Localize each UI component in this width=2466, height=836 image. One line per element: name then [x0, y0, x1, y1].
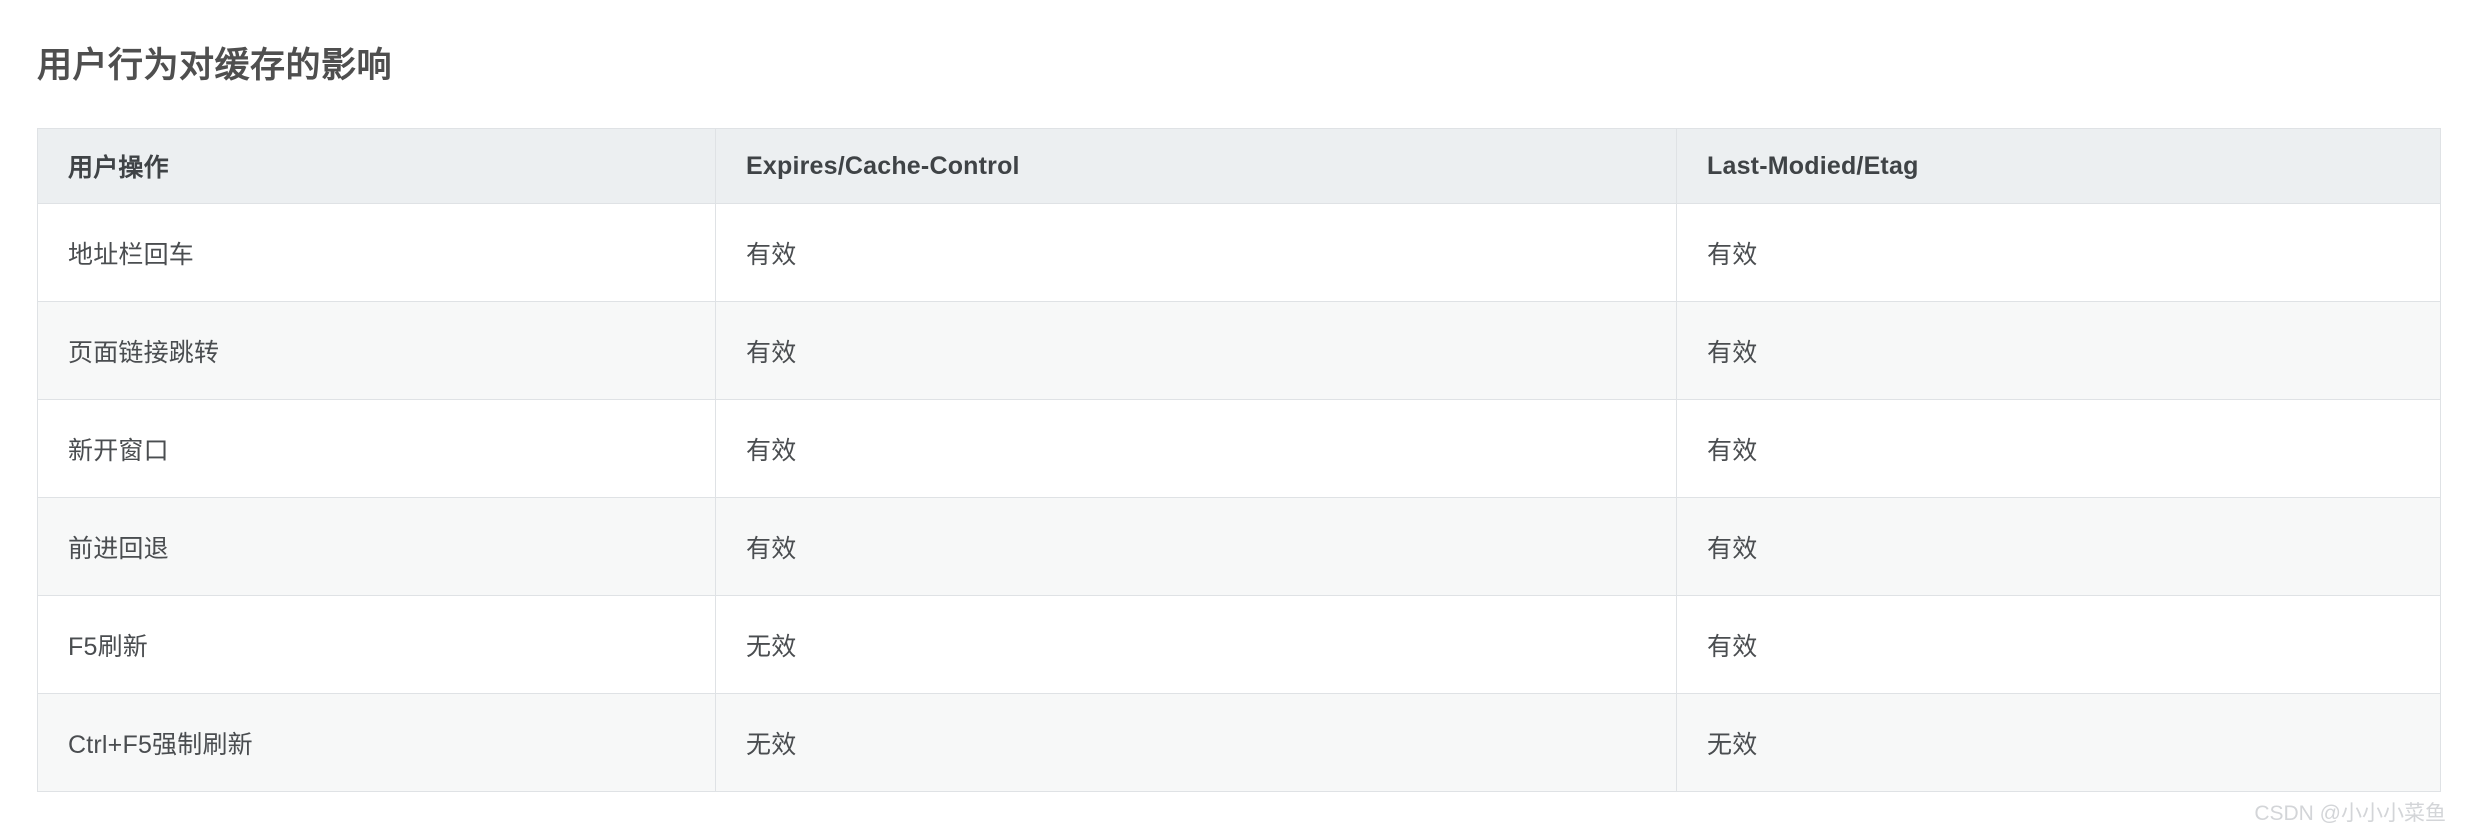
cell-action: Ctrl+F5强制刷新: [37, 693, 716, 792]
table-row: 页面链接跳转 有效 有效: [37, 301, 2441, 400]
table-row: 新开窗口 有效 有效: [37, 399, 2441, 498]
table-row: 地址栏回车 有效 有效: [37, 203, 2441, 302]
cell-expires: 无效: [715, 595, 1677, 694]
table-row: F5刷新 无效 有效: [37, 595, 2441, 694]
cell-action: 前进回退: [37, 497, 716, 596]
column-header-expires: Expires/Cache-Control: [715, 128, 1677, 204]
page-title: 用户行为对缓存的影响: [37, 46, 393, 86]
cell-lastmod: 有效: [1676, 203, 2441, 302]
cell-lastmod: 有效: [1676, 497, 2441, 596]
column-header-action: 用户操作: [37, 128, 716, 204]
cell-expires: 有效: [715, 399, 1677, 498]
cell-action: 新开窗口: [37, 399, 716, 498]
cell-expires: 无效: [715, 693, 1677, 792]
table-header-row: 用户操作 Expires/Cache-Control Last-Modied/E…: [37, 128, 2441, 204]
cell-expires: 有效: [715, 203, 1677, 302]
cell-action: F5刷新: [37, 595, 716, 694]
cell-lastmod: 有效: [1676, 595, 2441, 694]
cell-lastmod: 无效: [1676, 693, 2441, 792]
cache-behavior-table: 用户操作 Expires/Cache-Control Last-Modied/E…: [37, 128, 2441, 792]
cell-expires: 有效: [715, 497, 1677, 596]
table-body: 地址栏回车 有效 有效 页面链接跳转 有效 有效 新开窗口 有效 有效 前进回退…: [37, 203, 2441, 792]
table-row: 前进回退 有效 有效: [37, 497, 2441, 596]
cell-expires: 有效: [715, 301, 1677, 400]
cell-lastmod: 有效: [1676, 301, 2441, 400]
table-header: 用户操作 Expires/Cache-Control Last-Modied/E…: [37, 128, 2441, 204]
csdn-watermark: CSDN @小小小菜鱼: [2254, 802, 2446, 825]
table-row: Ctrl+F5强制刷新 无效 无效: [37, 693, 2441, 792]
cell-lastmod: 有效: [1676, 399, 2441, 498]
column-header-lastmod: Last-Modied/Etag: [1676, 128, 2441, 204]
cell-action: 地址栏回车: [37, 203, 716, 302]
cell-action: 页面链接跳转: [37, 301, 716, 400]
cache-behavior-table-container: 用户操作 Expires/Cache-Control Last-Modied/E…: [37, 128, 2441, 792]
